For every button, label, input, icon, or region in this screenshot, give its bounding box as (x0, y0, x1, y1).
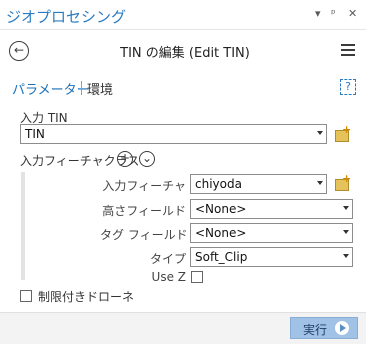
tab-divider (81, 81, 82, 95)
input-features-label: 入力フィーチャ (102, 179, 186, 193)
type-label: タイプ (149, 252, 186, 266)
height-field-value: <None> (195, 202, 247, 216)
type-dropdown[interactable]: Soft_Clip (190, 247, 353, 267)
tag-field-value: <None> (195, 226, 247, 240)
close-icon[interactable]: ✕ (348, 7, 357, 21)
chevron-down-icon[interactable]: ▾ (315, 7, 321, 21)
input-features-value: chiyoda (195, 177, 242, 191)
run-button-label: 実行 (303, 323, 328, 337)
tab-environments[interactable]: 環境 (87, 79, 113, 98)
chevron-down-icon (343, 230, 349, 234)
chevron-down-icon (317, 181, 323, 185)
run-button[interactable]: 実行 (290, 317, 358, 339)
constrained-delaunay-checkbox[interactable] (20, 290, 32, 302)
input-tin-dropdown[interactable]: TIN (20, 124, 327, 144)
browse-folder-icon[interactable]: + (335, 124, 351, 142)
tab-strip: パラメーター 環境 ? (0, 75, 366, 101)
expand-chevron-icon[interactable]: ⌄ (139, 151, 155, 167)
hamburger-menu-icon[interactable] (341, 44, 355, 56)
tag-field-label: タグ フィールド (100, 228, 188, 242)
group-indent-bar (21, 172, 25, 280)
tool-header: ← TIN の編集 (Edit TIN) (0, 31, 366, 69)
input-features-dropdown[interactable]: chiyoda (190, 174, 327, 194)
use-z-checkbox[interactable] (191, 271, 203, 283)
help-icon[interactable]: ? (340, 79, 356, 95)
input-tin-value: TIN (25, 127, 45, 141)
use-z-label: Use Z (151, 270, 186, 284)
type-value: Soft_Clip (195, 250, 248, 264)
constrained-delaunay-label: 制限付きドローネ (38, 290, 135, 304)
play-icon (335, 321, 349, 335)
height-field-dropdown[interactable]: <None> (190, 199, 353, 219)
tool-title: TIN の編集 (Edit TIN) (120, 46, 250, 61)
chevron-down-icon (343, 254, 349, 258)
height-field-label: 高さフィールド (102, 204, 186, 218)
pin-icon[interactable]: ᵖ (331, 7, 336, 21)
browse-folder-icon[interactable]: + (335, 173, 351, 191)
tab-parameters[interactable]: パラメーター (12, 79, 90, 98)
back-arrow-icon[interactable]: ← (9, 41, 29, 61)
pane-titlebar: ジオプロセシング ▾ ᵖ ✕ (0, 0, 366, 30)
tag-field-dropdown[interactable]: <None> (190, 223, 353, 243)
pane-title: ジオプロセシング (6, 8, 127, 26)
chevron-down-icon (343, 206, 349, 210)
chevron-down-icon (317, 131, 323, 135)
add-row-icon[interactable]: + (117, 151, 133, 167)
footer-bar: 実行 (0, 312, 366, 344)
